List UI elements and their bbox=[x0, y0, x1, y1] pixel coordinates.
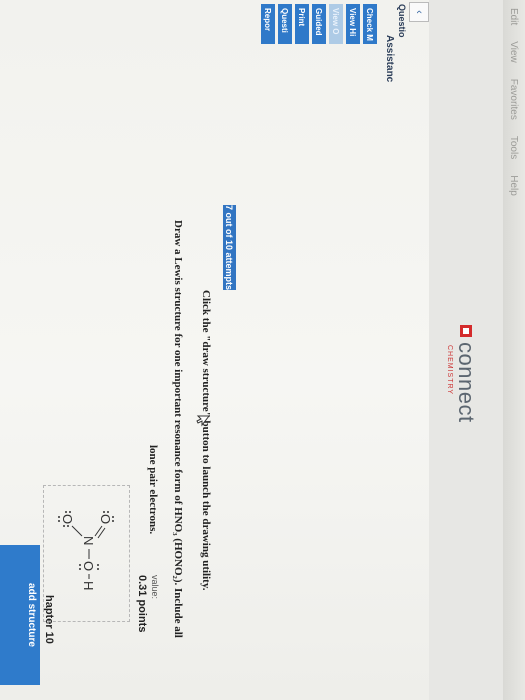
assistance-title: Assistanc bbox=[384, 35, 395, 83]
lone-pair-dot bbox=[103, 511, 105, 513]
print-button[interactable]: Print bbox=[295, 4, 309, 44]
question-nav-label[interactable]: Questio bbox=[397, 4, 407, 38]
lone-pair-dot bbox=[97, 568, 99, 570]
value-label: value: bbox=[150, 575, 160, 600]
guided-solution-button[interactable]: Guided bbox=[312, 4, 326, 44]
lone-pair-dot bbox=[112, 516, 114, 518]
lone-pair-dot bbox=[107, 511, 109, 513]
mouse-cursor-icon bbox=[191, 415, 211, 427]
lone-pair-dot bbox=[97, 564, 99, 566]
view-hint-button[interactable]: View Hi bbox=[346, 4, 360, 44]
logo-tagline: CHEMISTRY bbox=[446, 345, 453, 396]
menu-favorites[interactable]: Favorites bbox=[509, 79, 520, 120]
menu-edit[interactable]: Edit bbox=[509, 8, 520, 25]
report-button[interactable]: Repor bbox=[261, 4, 275, 44]
connect-logo: connect bbox=[453, 325, 479, 423]
atom-o-single: O bbox=[60, 514, 75, 524]
logo-mark-icon bbox=[460, 325, 472, 337]
lewis-structure-canvas[interactable]: H O N O O bbox=[43, 485, 130, 622]
brand-bar: connect CHEMISTRY bbox=[429, 0, 503, 700]
atom-o-hydroxyl: O bbox=[81, 561, 96, 571]
menu-view[interactable]: View bbox=[509, 41, 520, 63]
question-instruction-2: Draw a Lewis structure for one important… bbox=[172, 220, 184, 638]
menu-tools[interactable]: Tools bbox=[509, 136, 520, 159]
lone-pair-dot bbox=[79, 564, 81, 566]
lone-pair-dot bbox=[58, 520, 60, 522]
attempts-badge: 7 out of 10 attempts bbox=[223, 205, 236, 291]
lone-pair-dot bbox=[67, 525, 69, 527]
question-help-button[interactable]: Questi bbox=[278, 4, 292, 44]
previous-question-button[interactable]: ‹ bbox=[409, 2, 429, 22]
atom-n: N bbox=[81, 536, 96, 545]
question-instruction-1: Click the "draw structure" button to lau… bbox=[200, 290, 212, 591]
lewis-structure-drawing: H O N O O bbox=[58, 511, 114, 590]
add-structure-button[interactable]: add structure bbox=[0, 545, 40, 685]
question-instruction-3: lone pair electrons. bbox=[147, 445, 159, 535]
logo-text: connect bbox=[454, 342, 479, 423]
lone-pair-dot bbox=[79, 568, 81, 570]
rotated-screen: Edit View Favorites Tools Help connect C… bbox=[0, 0, 525, 700]
value-points: 0.31 points bbox=[136, 575, 148, 633]
value-box: value: 0.31 points bbox=[136, 575, 160, 632]
lone-pair-dot bbox=[112, 520, 114, 522]
bond-n-o-single bbox=[71, 525, 83, 537]
browser-menubar: Edit View Favorites Tools Help bbox=[502, 0, 525, 700]
lone-pair-dot bbox=[63, 525, 65, 527]
lone-pair-dot bbox=[65, 511, 67, 513]
atom-h: H bbox=[81, 581, 96, 590]
menu-help[interactable]: Help bbox=[509, 175, 520, 196]
lone-pair-dot bbox=[69, 511, 71, 513]
view-other-button[interactable]: View O bbox=[329, 4, 343, 44]
check-my-work-button[interactable]: Check M bbox=[363, 4, 377, 44]
lone-pair-dot bbox=[58, 516, 60, 518]
atom-o-double: O bbox=[98, 514, 113, 524]
